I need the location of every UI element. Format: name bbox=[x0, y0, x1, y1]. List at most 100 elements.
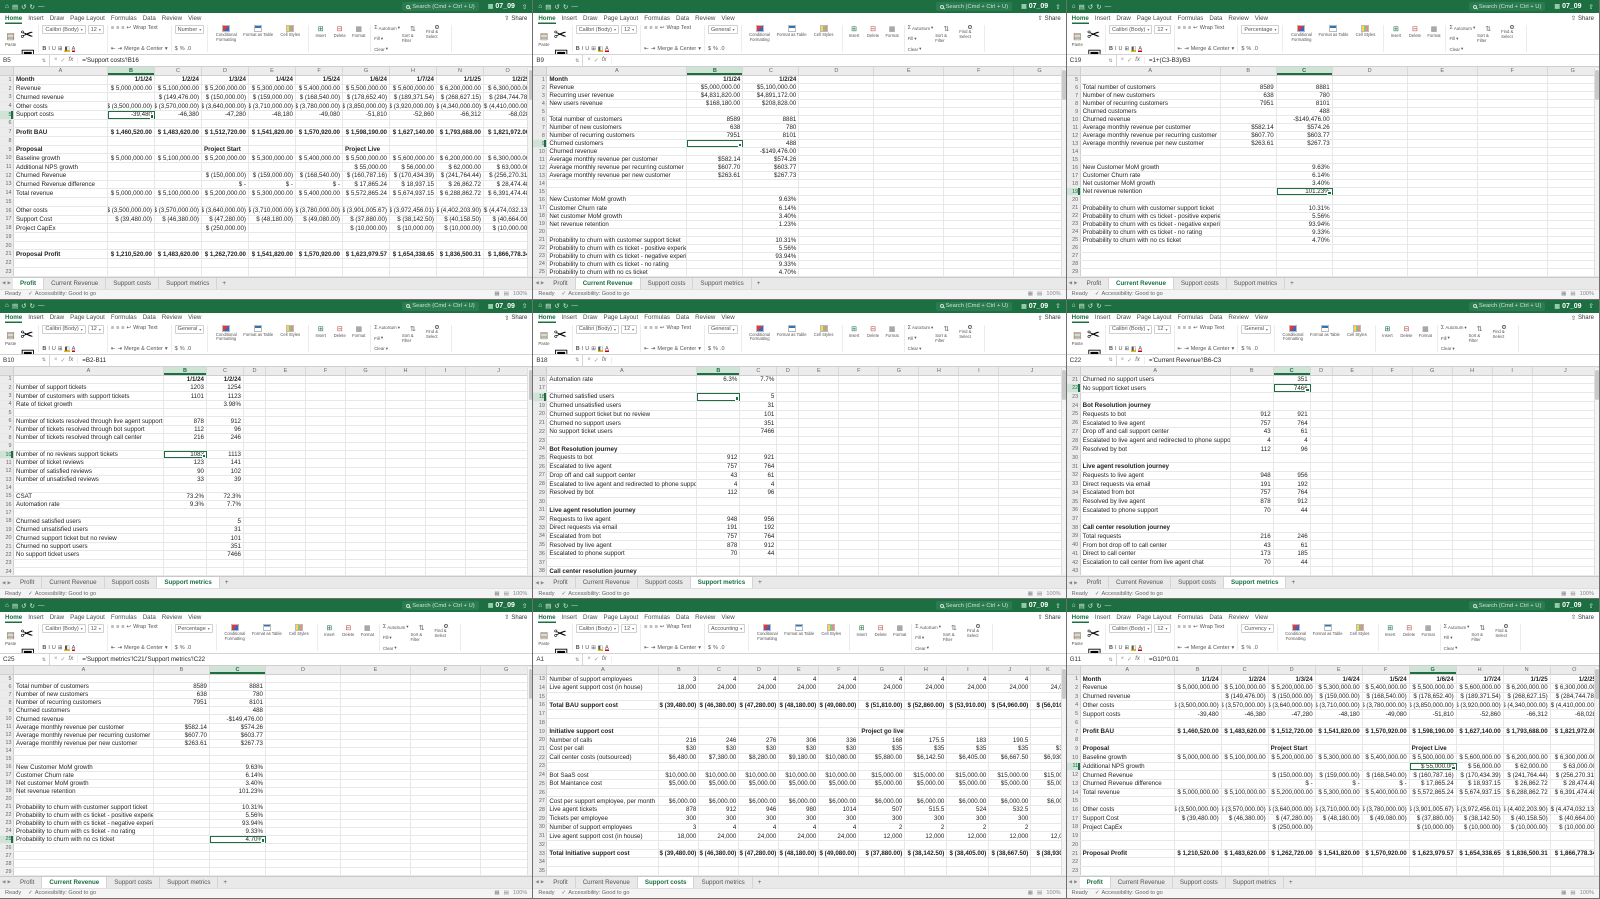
cell[interactable] bbox=[919, 558, 960, 567]
cell[interactable]: Other costs bbox=[1081, 701, 1175, 710]
cell[interactable] bbox=[944, 148, 1015, 156]
cell[interactable] bbox=[1333, 124, 1408, 132]
row-header[interactable]: 10 bbox=[0, 154, 14, 163]
row-header[interactable]: 21 bbox=[0, 803, 14, 811]
cell[interactable]: 43 bbox=[1231, 427, 1274, 436]
column-header[interactable]: D bbox=[266, 666, 341, 675]
cell[interactable] bbox=[481, 731, 533, 739]
indent-right-icon[interactable]: ⇥ bbox=[117, 645, 122, 651]
cell[interactable] bbox=[1221, 156, 1277, 164]
cell[interactable]: $ 5,572,865.24 bbox=[1410, 788, 1457, 797]
cell[interactable]: Number of recurring customers bbox=[1081, 100, 1221, 108]
cell[interactable] bbox=[944, 180, 1015, 188]
cell[interactable] bbox=[266, 763, 341, 771]
sheet-nav-left-icon[interactable]: ◀ bbox=[2, 280, 5, 286]
cell[interactable] bbox=[1221, 172, 1277, 180]
page-layout-view-icon[interactable]: ▤ bbox=[1037, 890, 1042, 896]
cell[interactable]: $ (51,810.00) bbox=[859, 701, 906, 710]
zoom-level[interactable]: 100% bbox=[1046, 890, 1060, 896]
cell[interactable] bbox=[1333, 410, 1373, 419]
underline-button[interactable]: U bbox=[52, 46, 56, 52]
cell[interactable]: 73.2% bbox=[164, 492, 207, 501]
cell[interactable]: 216 bbox=[164, 434, 207, 442]
cell[interactable]: $ 1,793,688.00 bbox=[1504, 727, 1551, 736]
cell[interactable] bbox=[266, 819, 341, 827]
currency-format-icon[interactable]: $ bbox=[175, 645, 178, 651]
percent-format-icon[interactable]: % bbox=[1246, 46, 1251, 52]
cell[interactable]: Resolved by live agent bbox=[547, 541, 698, 550]
merge-center-label[interactable]: Merge & Center bbox=[1191, 645, 1230, 651]
cell[interactable]: Churned no support users bbox=[14, 542, 164, 551]
cell[interactable]: 300 bbox=[989, 814, 1032, 823]
cell[interactable] bbox=[777, 401, 800, 410]
ribbon-tab-draw[interactable]: Draw bbox=[50, 613, 64, 623]
cell[interactable] bbox=[481, 795, 533, 803]
cell[interactable] bbox=[386, 434, 426, 442]
cell[interactable] bbox=[266, 484, 306, 492]
cell[interactable] bbox=[1333, 196, 1408, 204]
delete-button[interactable]: ⊟ Delete bbox=[865, 25, 882, 52]
cell[interactable] bbox=[164, 409, 207, 417]
cell[interactable] bbox=[1548, 156, 1599, 164]
cell[interactable] bbox=[697, 401, 741, 410]
cell[interactable]: $ 1,866,778.34 bbox=[1551, 849, 1599, 858]
cell[interactable] bbox=[386, 475, 426, 484]
cell[interactable] bbox=[874, 108, 945, 116]
row-header[interactable]: 25 bbox=[1066, 236, 1081, 244]
cell[interactable] bbox=[390, 137, 437, 145]
sheet-nav-right-icon[interactable]: ▶ bbox=[1074, 280, 1077, 286]
merge-center-label[interactable]: Merge & Center bbox=[124, 645, 163, 651]
cell[interactable] bbox=[1548, 100, 1599, 108]
cell[interactable] bbox=[306, 509, 346, 517]
cell[interactable]: $ 6,200,000.00 bbox=[1504, 753, 1551, 762]
cell[interactable]: $ 63,000.00 bbox=[1551, 762, 1599, 771]
cell[interactable]: 7951 bbox=[154, 699, 210, 707]
cell[interactable]: $ 5,674,937.15 bbox=[1457, 788, 1504, 797]
cell[interactable] bbox=[1410, 867, 1457, 875]
cell[interactable] bbox=[659, 762, 700, 771]
cell[interactable] bbox=[1533, 489, 1599, 497]
column-header[interactable]: E bbox=[249, 67, 296, 75]
cell[interactable] bbox=[244, 509, 266, 517]
cell[interactable] bbox=[249, 145, 296, 154]
cell[interactable] bbox=[437, 232, 484, 241]
cell[interactable] bbox=[799, 84, 875, 92]
cell[interactable] bbox=[346, 475, 386, 484]
align-right-icon[interactable]: ≡ bbox=[1188, 624, 1191, 630]
font-name-select[interactable]: Calibri (Body) ▾ bbox=[42, 324, 86, 334]
page-layout-view-icon[interactable]: ▤ bbox=[504, 591, 509, 597]
cell[interactable]: Churned revenue bbox=[14, 93, 108, 102]
row-header[interactable]: 32 bbox=[533, 515, 548, 523]
cell[interactable] bbox=[1533, 410, 1599, 419]
paste-button[interactable]: ▤ Paste bbox=[1070, 624, 1085, 651]
row-header[interactable]: 23 bbox=[0, 267, 14, 276]
font-name-select[interactable]: Calibri (Body) ▾ bbox=[42, 624, 86, 634]
cell[interactable] bbox=[343, 259, 390, 267]
cell[interactable] bbox=[426, 517, 466, 526]
format-as-table-button[interactable]: Format as Table bbox=[1310, 324, 1340, 352]
font-color-icon[interactable]: A bbox=[605, 346, 609, 352]
cell[interactable] bbox=[341, 803, 411, 811]
share-button[interactable]: ⇧ Share bbox=[504, 315, 527, 322]
cell[interactable] bbox=[779, 840, 820, 849]
cell[interactable] bbox=[346, 509, 386, 517]
cell[interactable] bbox=[944, 260, 1015, 268]
cell[interactable] bbox=[799, 454, 840, 462]
row-header[interactable]: 6 bbox=[1066, 84, 1081, 92]
cell[interactable] bbox=[437, 119, 484, 128]
cell[interactable] bbox=[266, 852, 341, 860]
share-button[interactable]: ⇧ Share bbox=[504, 15, 527, 23]
insert-button[interactable]: ⊞ Insert bbox=[321, 624, 338, 651]
cell[interactable]: 185 bbox=[1274, 550, 1311, 558]
copy-icon[interactable]: ▣ bbox=[554, 644, 569, 653]
row-header[interactable]: 14 bbox=[0, 189, 14, 198]
cell[interactable] bbox=[1478, 132, 1548, 140]
cell[interactable] bbox=[1277, 196, 1333, 204]
cell[interactable] bbox=[547, 384, 698, 393]
cell[interactable]: 70 bbox=[697, 550, 741, 558]
save-icon[interactable]: ▤ bbox=[12, 602, 18, 610]
cell[interactable] bbox=[1221, 180, 1277, 188]
cell[interactable]: -$149,476.00 bbox=[210, 715, 266, 723]
cell[interactable] bbox=[874, 188, 945, 196]
cell[interactable] bbox=[905, 718, 948, 727]
